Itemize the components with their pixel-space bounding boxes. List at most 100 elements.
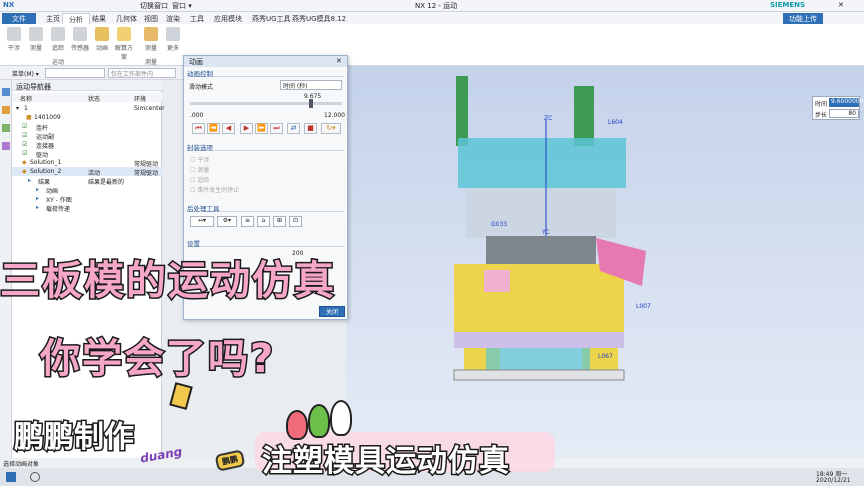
- runner-plate: [466, 188, 616, 238]
- tab-tools[interactable]: 工具: [184, 13, 210, 24]
- tree-row[interactable]: ☑ 连杆: [12, 122, 162, 132]
- envelope-option[interactable]: ☐ 事件发生时停止: [190, 185, 239, 194]
- checkbox-icon[interactable]: ☑: [22, 123, 27, 130]
- trace-tool-button[interactable]: ≡: [241, 216, 254, 227]
- stop-button[interactable]: ■: [304, 123, 317, 134]
- measure-button[interactable]: 测量: [25, 27, 47, 52]
- envelope-option[interactable]: ☐ 测量: [190, 165, 209, 174]
- section-envelope[interactable]: 封装选项: [187, 142, 344, 152]
- top-clamp-plate: [458, 138, 626, 188]
- envelope-option[interactable]: ☐ 追踪: [190, 175, 209, 184]
- step-back-button[interactable]: ⏪: [207, 123, 220, 134]
- step-value-field[interactable]: 80: [829, 109, 859, 118]
- group-label-motion: 运动: [52, 59, 65, 66]
- mold-model[interactable]: ZC L604 G033 L007 L067 YC: [346, 66, 864, 458]
- caption-author: 鹏鹏制作: [13, 419, 136, 457]
- menu-button[interactable]: 菜单(M) ▾: [12, 69, 39, 78]
- tab-render[interactable]: 渲染: [160, 13, 186, 24]
- part-navigator-icon[interactable]: [2, 106, 10, 114]
- scope-filter-select[interactable]: 仅在工作部件内: [108, 68, 176, 78]
- tab-file[interactable]: 文件(F): [2, 13, 36, 32]
- section-playback[interactable]: 动画控制: [187, 68, 344, 78]
- group-label-measure: 测量: [145, 59, 158, 66]
- tree-row[interactable]: ◆ Solution_2 活动 常规驱动: [12, 167, 162, 177]
- envelope-option[interactable]: ☐ 干涉: [190, 155, 209, 164]
- tree-row[interactable]: ■ 1401009: [12, 113, 162, 122]
- checkbox-icon[interactable]: ☑: [22, 141, 27, 148]
- sensor-button[interactable]: 传感器: [69, 27, 91, 52]
- dialog-title: 动画: [184, 56, 347, 67]
- window-menu[interactable]: 窗口 ▾: [172, 1, 192, 11]
- animation-icon: [95, 27, 109, 41]
- share-button[interactable]: 功能上传: [783, 13, 823, 24]
- mascot-green: [308, 404, 330, 438]
- slider-thumb[interactable]: [309, 99, 314, 108]
- solution-icon: [117, 27, 131, 41]
- tree-row[interactable]: ▸ 动画: [12, 185, 162, 195]
- section-post-tools[interactable]: 后处理工具: [187, 203, 344, 213]
- close-icon[interactable]: ✕: [838, 1, 844, 9]
- interference-button[interactable]: 干涉: [3, 27, 25, 52]
- time-step-panel: 时间 9.6000000 步长 80: [812, 96, 863, 120]
- mascot-white: [330, 400, 352, 436]
- search-icon[interactable]: [30, 472, 40, 482]
- fast-forward-button[interactable]: ⏭: [270, 123, 283, 134]
- cavity-plate: [454, 264, 624, 332]
- time-slider[interactable]: [190, 99, 342, 108]
- tree-row[interactable]: ▸ 结果 结果是最新的: [12, 176, 162, 186]
- rewind-button[interactable]: ⏮: [192, 123, 205, 134]
- navigator-title: 运动导航器: [12, 80, 162, 91]
- export-tool-button[interactable]: ⌂: [257, 216, 270, 227]
- dialog-close-icon[interactable]: ✕: [336, 57, 342, 65]
- checkbox-icon[interactable]: ☑: [22, 150, 27, 157]
- time-value-field[interactable]: 9.6000000: [829, 98, 863, 107]
- checkbox-icon[interactable]: ☑: [22, 132, 27, 139]
- tree-row[interactable]: ▸ XY - 作图: [12, 194, 162, 204]
- tab-applications[interactable]: 应用模块: [208, 13, 248, 24]
- tree-row[interactable]: ☑ 运动副: [12, 131, 162, 141]
- time-label: 时间: [815, 101, 828, 108]
- tab-yanxiu-mold[interactable]: 燕秀UG模具8.12: [286, 13, 352, 24]
- history-icon[interactable]: [2, 142, 10, 150]
- switch-window-button[interactable]: 切换窗口: [140, 1, 168, 11]
- navigator-icon[interactable]: [2, 88, 10, 96]
- type-filter-select[interactable]: [45, 68, 105, 78]
- measure-tool-button[interactable]: 测量: [140, 27, 162, 52]
- trace-button[interactable]: 追踪: [47, 27, 69, 52]
- tab-results[interactable]: 结果: [86, 13, 112, 24]
- graphics-viewport[interactable]: ZC L604 G033 L007 L067 YC: [346, 66, 864, 458]
- assembly-icon[interactable]: [2, 124, 10, 132]
- load-transfer-icon: ▸: [36, 204, 40, 211]
- guide-pillar: [456, 76, 468, 146]
- brand-label: SIEMENS: [770, 1, 806, 9]
- animation-button[interactable]: 动画: [91, 27, 113, 52]
- guide-pillar: [574, 86, 594, 146]
- step-forward-button[interactable]: ⏩: [255, 123, 268, 134]
- tree-row[interactable]: ☑ 驱动: [12, 149, 162, 159]
- graph-tool-button[interactable]: ⚙▾: [217, 216, 237, 227]
- taskbar-date: 2020/12/21: [816, 477, 851, 484]
- snapshot-tool-button[interactable]: ⊡: [289, 216, 302, 227]
- playback-mode-button[interactable]: ↻▾: [321, 123, 341, 134]
- start-icon[interactable]: [6, 472, 16, 482]
- play-back-button[interactable]: ◀: [222, 123, 235, 134]
- part-label: L604: [608, 119, 623, 126]
- marker-tool-button[interactable]: ↔▾: [190, 216, 214, 227]
- ejector-plate: [486, 348, 590, 370]
- close-button[interactable]: 关闭: [319, 306, 345, 317]
- tree-row[interactable]: ☑ 连接器: [12, 140, 162, 150]
- caption-question: 你学会了吗?: [38, 335, 276, 384]
- tree-row[interactable]: ▸ 载荷传递: [12, 203, 162, 213]
- tree-row[interactable]: ◆ Solution_1 常规驱动: [12, 158, 162, 168]
- solution-button[interactable]: 解算方案: [113, 27, 135, 61]
- tree-row[interactable]: ▾ 1 Simcenter: [12, 104, 165, 113]
- part-label: L007: [636, 303, 651, 310]
- capture-tool-button[interactable]: ⊞: [273, 216, 286, 227]
- more-button[interactable]: 更多: [162, 27, 184, 52]
- slide-mode-select[interactable]: 时间 (秒): [280, 80, 342, 90]
- play-button[interactable]: ▶: [240, 123, 253, 134]
- section-settings[interactable]: 设置: [187, 238, 344, 248]
- export-button[interactable]: ⇄: [287, 123, 300, 134]
- sensor-icon: [73, 27, 87, 41]
- core-plate: [454, 332, 624, 348]
